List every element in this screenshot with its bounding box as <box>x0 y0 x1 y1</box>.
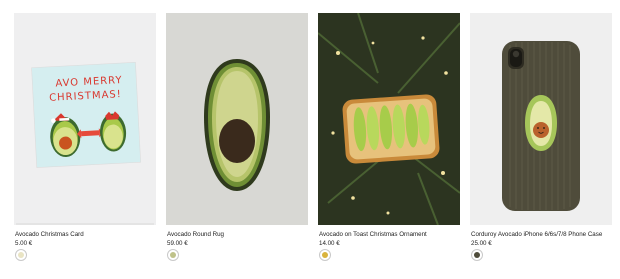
product-name[interactable]: Avocado on Toast Christmas Ornament <box>319 231 427 239</box>
product-image-link[interactable]: AVO MERRY CHRISTMAS! <box>14 13 156 225</box>
product-image-link[interactable] <box>318 13 460 225</box>
avocado-rug-image <box>166 13 308 225</box>
product-name[interactable]: Avocado Round Rug <box>167 231 224 239</box>
corduroy-phone-case-image <box>470 13 612 225</box>
swatch-color-dot <box>18 252 24 258</box>
product-price: 14.00 € <box>319 240 340 247</box>
product-grid: AVO MERRY CHRISTMAS! Avocado Christmas C… <box>14 13 612 275</box>
product-card[interactable]: Avocado Round Rug 59.00 € <box>166 13 308 275</box>
product-price: 25.00 € <box>471 240 492 247</box>
product-name[interactable]: Corduroy Avocado iPhone 6/6s/7/8 Phone C… <box>471 231 602 239</box>
swatch-color-dot <box>322 252 328 258</box>
product-name[interactable]: Avocado Christmas Card <box>15 231 84 239</box>
product-image-link[interactable] <box>166 13 308 225</box>
swatch-color-dot <box>474 252 480 258</box>
color-swatch[interactable] <box>319 249 331 261</box>
product-image-link[interactable] <box>470 13 612 225</box>
avocado-christmas-card-image: AVO MERRY CHRISTMAS! <box>14 13 156 225</box>
product-card[interactable]: Avocado on Toast Christmas Ornament 14.0… <box>318 13 460 275</box>
swatch-color-dot <box>170 252 176 258</box>
product-card[interactable]: AVO MERRY CHRISTMAS! Avocado Christmas C… <box>14 13 156 275</box>
color-swatch[interactable] <box>167 249 179 261</box>
product-price: 59.00 € <box>167 240 188 247</box>
product-card[interactable]: Corduroy Avocado iPhone 6/6s/7/8 Phone C… <box>470 13 612 275</box>
avocado-toast-ornament-image <box>318 13 460 225</box>
color-swatch[interactable] <box>471 249 483 261</box>
color-swatch[interactable] <box>15 249 27 261</box>
product-price: 5.00 € <box>15 240 33 247</box>
